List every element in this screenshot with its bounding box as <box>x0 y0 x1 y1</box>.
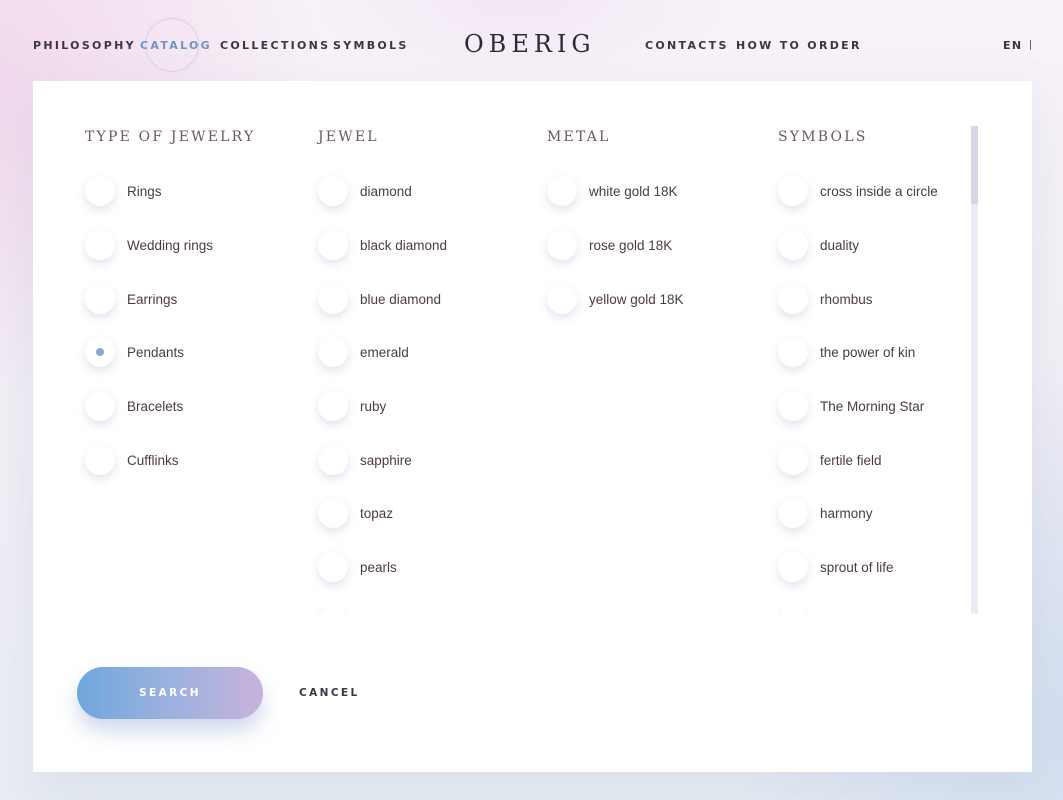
radio-button[interactable] <box>778 445 808 475</box>
radio-button[interactable] <box>318 498 348 528</box>
option-white-gold[interactable]: white gold 18K <box>547 175 678 207</box>
option-label: Wedding rings <box>127 237 214 253</box>
radio-button[interactable] <box>778 230 808 260</box>
option-label: Pendants <box>127 344 185 360</box>
option-wedding-rings[interactable]: Wedding rings <box>85 229 213 261</box>
radio-button[interactable] <box>318 176 348 206</box>
language-separator <box>1030 40 1031 50</box>
radio-button[interactable] <box>318 445 348 475</box>
option-label: sapphire <box>360 452 412 468</box>
option-label: pearls <box>360 559 397 575</box>
radio-button[interactable] <box>778 552 808 582</box>
option-bracelets[interactable]: Bracelets <box>85 390 183 422</box>
option-emerald[interactable]: emerald <box>318 336 409 368</box>
option-label: the power of kin <box>820 344 916 360</box>
option-label: harmony <box>820 505 873 521</box>
option-rose-gold[interactable]: rose gold 18K <box>547 229 672 261</box>
option-label: emerald <box>360 344 409 360</box>
radio-button <box>778 607 808 615</box>
option-earrings[interactable]: Earrings <box>85 283 177 315</box>
nav-catalog[interactable]: CATALOG <box>140 39 212 52</box>
option-power-of-kin[interactable]: the power of kin <box>778 336 915 368</box>
option-label: sprout of life <box>820 559 894 575</box>
nav-how-to-order[interactable]: HOW TO ORDER <box>736 39 862 52</box>
option-label: Earrings <box>127 291 178 307</box>
option-harmony[interactable]: harmony <box>778 497 873 529</box>
option-diamond[interactable]: diamond <box>318 175 412 207</box>
top-navigation: PHILOSOPHY CATALOG COLLECTIONS SYMBOLS O… <box>0 0 1063 82</box>
radio-button[interactable] <box>85 230 115 260</box>
filter-title-type: TYPE OF JEWELRY <box>85 129 256 145</box>
option-label: rhombus <box>820 291 873 307</box>
option-ruby[interactable]: ruby <box>318 390 386 422</box>
selected-dot-icon <box>96 348 104 356</box>
option-label: Rings <box>127 183 162 199</box>
option-rings[interactable]: Rings <box>85 175 162 207</box>
radio-button[interactable] <box>85 176 115 206</box>
option-fertile-field[interactable]: fertile field <box>778 444 882 476</box>
option-sapphire[interactable]: sapphire <box>318 444 412 476</box>
option-label: black diamond <box>360 237 448 253</box>
cancel-button[interactable]: CANCEL <box>299 687 360 699</box>
search-button[interactable]: SEARCH <box>77 667 263 719</box>
option-label: ruby <box>360 398 387 414</box>
nav-collections[interactable]: COLLECTIONS <box>220 39 330 52</box>
radio-button[interactable] <box>547 176 577 206</box>
option-label: yellow gold 18K <box>589 291 684 307</box>
option-label: rose gold 18K <box>589 237 673 253</box>
radio-button[interactable] <box>318 284 348 314</box>
option-label: cross inside a circle <box>820 183 938 199</box>
option-morning-star[interactable]: The Morning Star <box>778 390 924 422</box>
scrollbar-thumb[interactable] <box>971 126 978 204</box>
radio-button[interactable] <box>85 284 115 314</box>
radio-button[interactable] <box>778 284 808 314</box>
option-cross-inside-circle[interactable]: cross inside a circle <box>778 175 938 207</box>
radio-button[interactable] <box>778 391 808 421</box>
option-sprout-of-life[interactable]: sprout of life <box>778 551 894 583</box>
filter-title-symbols: SYMBOLS <box>778 129 868 145</box>
radio-button <box>318 607 348 615</box>
radio-button[interactable] <box>318 391 348 421</box>
nav-philosophy[interactable]: PHILOSOPHY <box>33 39 136 52</box>
option-label: Bracelets <box>127 398 184 414</box>
option-label: duality <box>820 237 860 253</box>
language-switcher[interactable]: EN <box>1003 39 1023 52</box>
option-pendants-selected[interactable]: Pendants <box>85 336 184 368</box>
brand-logo[interactable]: OBERIG <box>464 30 596 58</box>
option-label: The Morning Star <box>820 398 925 414</box>
option-blue-diamond[interactable]: blue diamond <box>318 283 441 315</box>
option-cufflinks[interactable]: Cufflinks <box>85 444 179 476</box>
filter-title-metal: METAL <box>547 129 611 145</box>
clipped-radio-symbols <box>778 607 808 615</box>
option-label: diamond <box>360 183 412 199</box>
radio-button[interactable] <box>318 230 348 260</box>
radio-button[interactable] <box>778 337 808 367</box>
radio-button[interactable] <box>547 284 577 314</box>
option-yellow-gold[interactable]: yellow gold 18K <box>547 283 684 315</box>
filter-scrollbar[interactable] <box>971 126 978 614</box>
radio-button[interactable] <box>547 230 577 260</box>
option-black-diamond[interactable]: black diamond <box>318 229 447 261</box>
radio-button[interactable] <box>85 445 115 475</box>
option-label: Cufflinks <box>127 452 179 468</box>
option-pearls[interactable]: pearls <box>318 551 397 583</box>
option-duality[interactable]: duality <box>778 229 859 261</box>
radio-button[interactable] <box>85 391 115 421</box>
nav-contacts[interactable]: CONTACTS <box>645 39 729 52</box>
clipped-radio-jewel <box>318 607 348 615</box>
radio-button-selected[interactable] <box>85 337 115 367</box>
radio-button[interactable] <box>778 176 808 206</box>
option-label: blue diamond <box>360 291 442 307</box>
option-label: topaz <box>360 505 394 521</box>
radio-button[interactable] <box>318 337 348 367</box>
filter-title-jewel: JEWEL <box>318 129 379 145</box>
filter-panel: TYPE OF JEWELRY Rings Wedding rings Earr… <box>33 81 1032 772</box>
nav-symbols[interactable]: SYMBOLS <box>333 39 409 52</box>
option-label: white gold 18K <box>589 183 678 199</box>
option-topaz[interactable]: topaz <box>318 497 393 529</box>
option-rhombus[interactable]: rhombus <box>778 283 873 315</box>
radio-button[interactable] <box>318 552 348 582</box>
option-label: fertile field <box>820 452 882 468</box>
radio-button[interactable] <box>778 498 808 528</box>
